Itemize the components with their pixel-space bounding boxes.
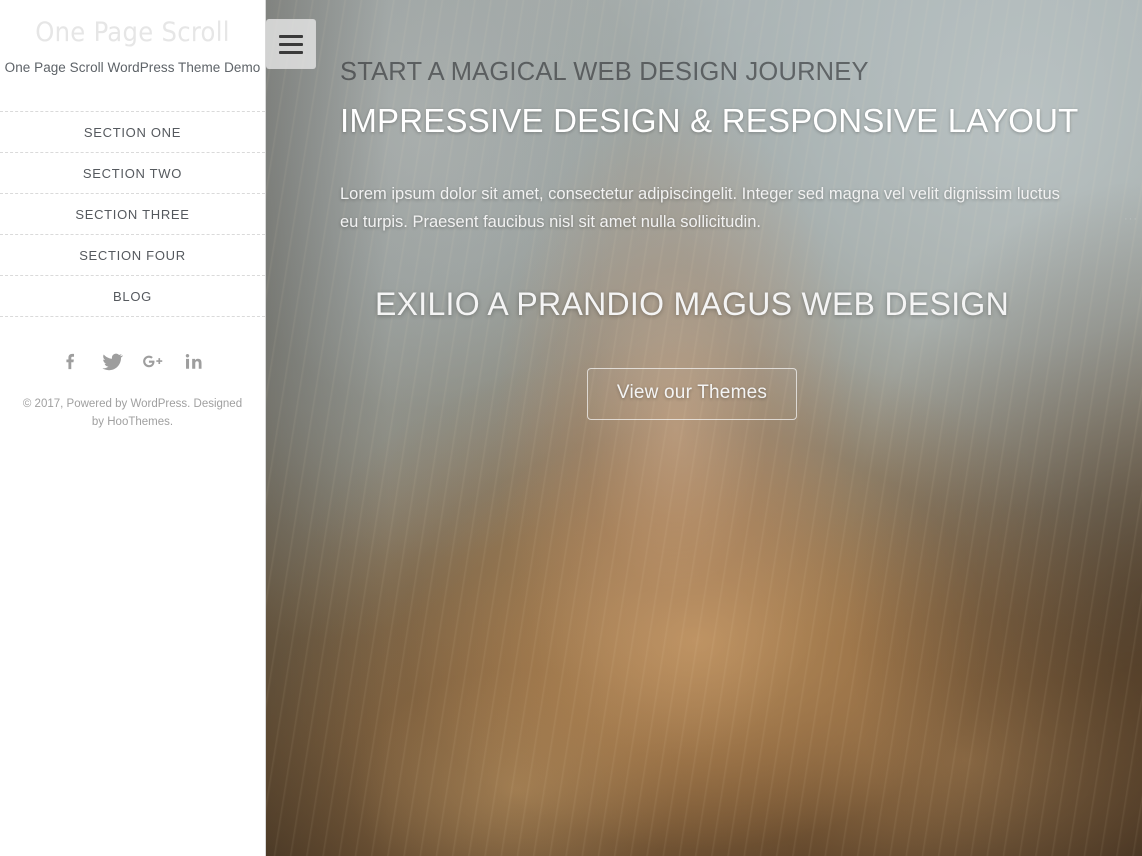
hero-subheading: EXILIO A PRANDIO MAGUS WEB DESIGN xyxy=(374,285,1010,322)
sidebar-nav-section-two[interactable]: SECTION TWO xyxy=(0,153,265,195)
site-title: One Page Scroll xyxy=(35,17,230,48)
sidebar-nav-section-three[interactable]: SECTION THREE xyxy=(0,194,265,236)
hero-section: ··· START A MAGICAL WEB DESIGN JOURNEY I… xyxy=(266,0,1142,856)
site-credit: © 2017, Powered by WordPress. Designed b… xyxy=(22,398,243,429)
facebook-icon[interactable] xyxy=(58,348,84,374)
hero-paragraph: Lorem ipsum dolor sit amet, consectetur … xyxy=(340,184,1060,232)
view-our-themes-button[interactable]: View our Themes xyxy=(586,368,798,421)
sidebar-nav-section-four[interactable]: SECTION FOUR xyxy=(0,235,265,277)
sidebar-nav-section-one[interactable]: SECTION ONE xyxy=(0,112,265,154)
cta-container: View our Themes xyxy=(340,368,1084,421)
hamburger-bar-middle xyxy=(279,42,303,46)
hero-eyebrow: START A MAGICAL WEB DESIGN JOURNEY xyxy=(340,58,869,86)
hamburger-bar-bottom xyxy=(279,50,303,54)
sidebar: One Page Scroll One Page Scroll WordPres… xyxy=(0,0,266,856)
hero-content: START A MAGICAL WEB DESIGN JOURNEY IMPRE… xyxy=(266,58,1142,421)
hamburger-icon[interactable] xyxy=(266,19,316,69)
linkedin-icon[interactable] xyxy=(181,348,207,374)
sidebar-navigation: SECTION ONE SECTION TWO SECTION THREE SE… xyxy=(0,111,265,318)
sidebar-nav-blog[interactable]: BLOG xyxy=(0,276,265,318)
hamburger-bar-top xyxy=(279,34,303,38)
social-links xyxy=(0,344,265,378)
page-root: One Page Scroll One Page Scroll WordPres… xyxy=(0,0,1142,856)
twitter-icon[interactable] xyxy=(99,348,125,374)
site-tagline: One Page Scroll WordPress Theme Demo xyxy=(4,60,261,76)
hero-heading: IMPRESSIVE DESIGN & RESPONSIVE LAYOUT xyxy=(340,102,1079,140)
googleplus-icon[interactable] xyxy=(140,348,166,374)
